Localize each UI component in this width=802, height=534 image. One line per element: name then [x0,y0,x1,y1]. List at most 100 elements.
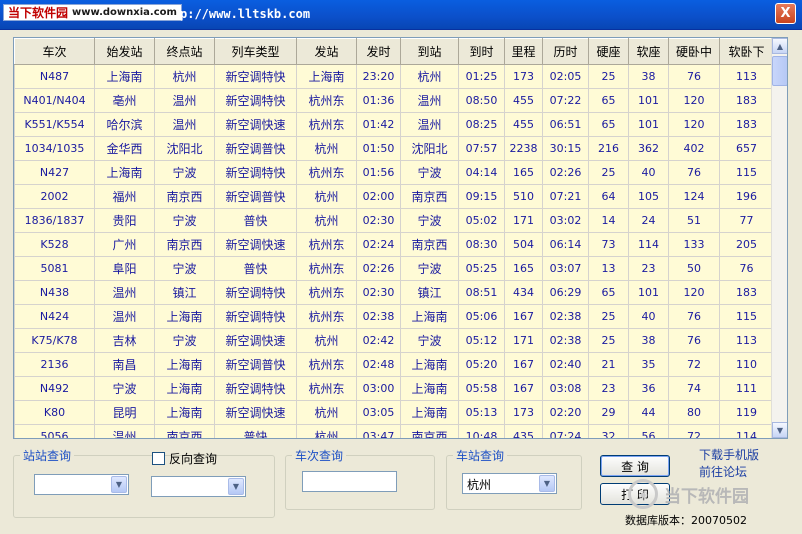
table-cell: 01:36 [356,88,401,113]
table-cell: 01:50 [356,136,401,161]
table-cell: 上海南 [400,352,459,377]
table-row[interactable]: 1836/1837 贵阳 宁波 普快 杭州 02:30 宁波 05:02 171 03:02 14 2… [14,208,774,233]
table-cell: 阜阳 [94,256,155,281]
table-cell: 南京西 [154,184,215,209]
column-header[interactable]: 里程 [504,38,543,65]
table-cell: 宁波 [400,328,459,353]
table-cell: 73 [588,232,629,257]
table-cell: 新空调特快 [214,376,297,401]
close-button[interactable]: X [775,3,796,24]
table-cell: 杭州东 [296,376,357,401]
table-cell: 温州 [400,88,459,113]
timetable-grid[interactable]: 车次 始发站 终点站 列车类型 发站 发时 到站 到时 里程 历时 硬座 软座 硬卧中 软卧下 N487 上… [13,37,788,439]
forum-link[interactable]: 前往论坛 [699,463,747,480]
table-cell: 167 [504,376,543,401]
from-station-select[interactable]: ▼ [34,474,129,495]
table-row[interactable]: N487 上海南 杭州 新空调特快 上海南 23:20 杭州 01:25 173 02:05 25 3… [14,64,774,89]
table-row[interactable]: K80 昆明 上海南 新空调快速 杭州 03:05 上海南 05:13 173 02:20 29 44… [14,400,774,425]
column-header[interactable]: 到站 [400,38,459,65]
table-cell: 上海南 [296,64,357,89]
scroll-thumb[interactable] [772,56,787,86]
table-cell: 07:21 [542,184,589,209]
column-header[interactable]: 终点站 [154,38,215,65]
scroll-up-button[interactable]: ▲ [772,38,787,54]
watermark-text: 当下软件园 [664,486,749,507]
table-cell: 07:57 [458,136,505,161]
to-station-select[interactable]: ▼ [151,476,246,497]
train-number-input[interactable] [302,471,397,492]
watermark-logo: ◉ 当下软件园 [628,479,749,509]
table-row[interactable]: N427 上海南 宁波 新空调特快 杭州东 01:56 宁波 04:14 165 02:26 25 4… [14,160,774,185]
table-row[interactable]: 5081 阜阳 宁波 普快 杭州东 02:26 宁波 05:25 165 03:07 13 23 50 7… [14,256,774,281]
table-cell: 吉林 [94,328,155,353]
table-cell: 03:08 [542,376,589,401]
table-cell: 111 [719,376,774,401]
table-cell: 38 [628,64,669,89]
chevron-down-icon[interactable]: ▼ [111,476,127,493]
vertical-scrollbar[interactable]: ▲ ▼ [771,38,787,438]
table-cell: 435 [504,424,543,438]
reverse-query-checkbox[interactable] [152,452,165,465]
table-cell: 183 [719,88,774,113]
table-cell: 114 [719,424,774,438]
table-cell: 02:38 [542,328,589,353]
table-cell: 173 [504,64,543,89]
column-header[interactable]: 软座 [628,38,669,65]
table-cell: 24 [628,208,669,233]
column-header[interactable]: 硬座 [588,38,629,65]
table-row[interactable]: N492 宁波 上海南 新空调特快 杭州东 03:00 上海南 05:58 167 03:08 23… [14,376,774,401]
table-cell: 温州 [94,304,155,329]
table-cell: K551/K554 [14,112,95,137]
table-row[interactable]: N424 温州 上海南 新空调特快 杭州东 02:38 上海南 05:06 167 02:38 25… [14,304,774,329]
query-button[interactable]: 查 询 [600,455,670,477]
table-cell: 温州 [94,280,155,305]
table-cell: 03:47 [356,424,401,438]
table-cell: 2238 [504,136,543,161]
column-header[interactable]: 到时 [458,38,505,65]
table-row[interactable]: 1034/1035 金华西 沈阳北 新空调普快 杭州 01:50 沈阳北 07:57 2238 3… [14,136,774,161]
table-cell: 133 [668,232,720,257]
column-header[interactable]: 历时 [542,38,589,65]
column-header[interactable]: 始发站 [94,38,155,65]
table-cell: 杭州东 [296,352,357,377]
column-header[interactable]: 硬卧中 [668,38,720,65]
table-cell: 30:15 [542,136,589,161]
database-version: 数据库版本：20070502 [625,514,747,527]
chevron-down-icon[interactable]: ▼ [539,475,555,492]
table-cell: 新空调快速 [214,400,297,425]
column-header[interactable]: 列车类型 [214,38,297,65]
table-cell: 119 [719,400,774,425]
scroll-down-button[interactable]: ▼ [772,422,787,438]
table-row[interactable]: 2002 福州 南京西 新空调普快 杭州 02:00 南京西 09:15 510 07:21 64 1… [14,184,774,209]
table-row[interactable]: N438 温州 镇江 新空调特快 杭州东 02:30 镇江 08:51 434 06:29 65 10… [14,280,774,305]
column-header[interactable]: 软卧下 [719,38,774,65]
table-row[interactable]: 5056 温州 南京西 普快 杭州 03:47 南京西 10:48 435 07:24 32 56 72… [14,424,774,438]
table-cell: 广州 [94,232,155,257]
table-cell: 上海南 [94,160,155,185]
station-select[interactable]: 杭州 ▼ [462,473,557,494]
table-cell: 165 [504,160,543,185]
table-row[interactable]: K75/K78 吉林 宁波 新空调快速 杭州 02:42 宁波 05:12 171 02:38 25… [14,328,774,353]
table-cell: 新空调快速 [214,232,297,257]
table-cell: 宁波 [94,376,155,401]
table-row[interactable]: 2136 南昌 上海南 新空调普快 杭州东 02:48 上海南 05:20 167 02:40 21… [14,352,774,377]
table-cell: 362 [628,136,669,161]
table-cell: 167 [504,304,543,329]
table-cell: 宁波 [154,256,215,281]
table-row[interactable]: K551/K554 哈尔滨 温州 新空调快速 杭州东 01:42 温州 08:25 455 06:… [14,112,774,137]
column-header[interactable]: 发时 [356,38,401,65]
table-row[interactable]: K528 广州 南京西 新空调快速 杭州东 02:24 南京西 08:30 504 06:14 73… [14,232,774,257]
column-header[interactable]: 车次 [14,38,95,65]
table-cell: 杭州东 [296,112,357,137]
column-header[interactable]: 发站 [296,38,357,65]
reverse-query-option[interactable]: 反向查询 [152,450,217,467]
table-cell: 杭州 [296,208,357,233]
download-mobile-link[interactable]: 下载手机版 [699,446,759,463]
table-cell: 455 [504,112,543,137]
table-cell: 25 [588,160,629,185]
table-row[interactable]: N401/N404 亳州 温州 新空调特快 杭州东 01:36 温州 08:50 455 07:2… [14,88,774,113]
table-cell: 114 [628,232,669,257]
table-cell: 51 [668,208,720,233]
chevron-down-icon[interactable]: ▼ [228,478,244,495]
table-cell: 76 [719,256,774,281]
